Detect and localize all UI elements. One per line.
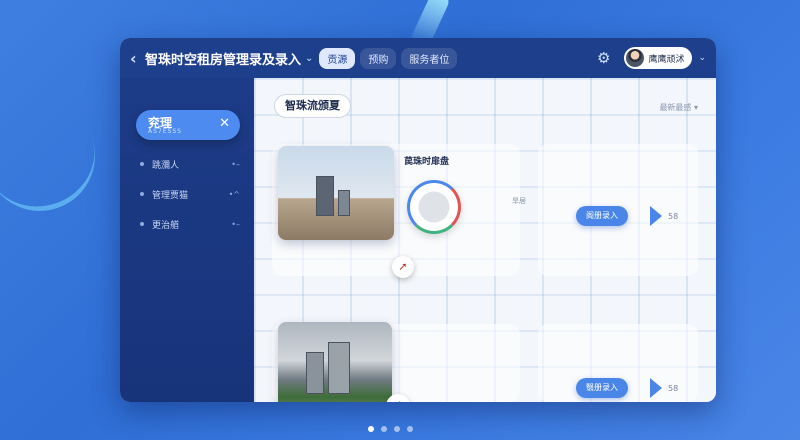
sidebar-item-more: •^ [228, 189, 240, 199]
arrow-right-icon [650, 378, 662, 398]
page-dot[interactable] [394, 426, 400, 432]
sidebar-item-3[interactable]: 更治艏 •– [140, 216, 240, 232]
tab-source[interactable]: 贡源 [319, 47, 356, 69]
map-label: 旱居 [512, 197, 526, 205]
user-menu[interactable]: 鹰鹰顽沭 [624, 47, 693, 69]
property-photo-interior[interactable] [278, 146, 394, 240]
section-title: 智珠流颁夏 [274, 94, 351, 118]
avatar [626, 49, 645, 67]
arrow-right-icon [650, 206, 662, 226]
page-dot[interactable] [407, 426, 413, 432]
gear-icon[interactable]: ⚙ [597, 49, 610, 67]
bullet-icon [140, 222, 144, 226]
user-name: 鹰鹰顽沭 [648, 54, 685, 65]
sidebar-item-2[interactable]: 管理贾猫 •^ [140, 186, 240, 202]
page-dot[interactable] [368, 426, 374, 432]
building-shape [328, 342, 350, 394]
building-shape [316, 176, 334, 216]
sort-dropdown[interactable]: 最新最感 ▾ [659, 102, 698, 113]
main-panel: 智珠流颁夏 最新最感 ▾ ➚ 苠珠时扉盘 旱居 阁册录入 58 ☝ 翳册录入 5… [254, 78, 716, 402]
tab-purchase[interactable]: 预购 [360, 47, 397, 69]
tab-service[interactable]: 服务者位 [401, 47, 458, 69]
pin-icon[interactable]: ➚ [392, 256, 414, 278]
sidebar-item-active[interactable]: 兖理 AS7ESSS ✕ [136, 110, 240, 140]
sidebar-item-label: 跳瀰人 [152, 160, 180, 171]
page-dot[interactable] [381, 426, 387, 432]
sidebar-item-label: 更治艏 [152, 220, 180, 231]
sidebar: 兖理 AS7ESSS ✕ 跳瀰人 •– 管理贾猫 •^ 更治艏 •– [120, 78, 254, 402]
sidebar-active-sublabel: AS7ESSS [148, 128, 182, 135]
sidebar-item-more: •– [231, 159, 240, 169]
top-bar: ‹ 智珠时空租房管理录及录入 ⌄ 贡源 预购 服务者位 ⚙ 鹰鹰顽沭 ⌄ [120, 38, 716, 78]
page-indicator [368, 426, 420, 432]
background-swoosh [0, 113, 111, 227]
user-menu-chevron-icon[interactable]: ⌄ [698, 53, 706, 63]
app-title: 智珠时空租房管理录及录入 [145, 52, 302, 68]
property-photo-exterior[interactable] [278, 322, 392, 402]
building-shape [338, 190, 350, 216]
count-badge: 58 [668, 384, 679, 393]
back-arrow-icon[interactable]: ‹ [130, 49, 140, 68]
sidebar-item-label: 管理贾猫 [152, 190, 189, 201]
app-window: ‹ 智珠时空租房管理录及录入 ⌄ 贡源 预购 服务者位 ⚙ 鹰鹰顽沭 ⌄ 兖理 … [120, 38, 716, 402]
chevron-down-icon[interactable]: ⌄ [305, 53, 313, 64]
bullet-icon [140, 192, 144, 196]
entry-button[interactable]: 阁册录入 [576, 206, 628, 226]
sidebar-item-1[interactable]: 跳瀰人 •– [140, 156, 240, 172]
card-title: 苠珠时扉盘 [404, 157, 450, 167]
building-shape [306, 352, 324, 394]
bullet-icon [140, 162, 144, 166]
close-icon[interactable]: ✕ [219, 116, 230, 131]
sidebar-item-more: •– [231, 219, 240, 229]
status-ring-icon [407, 180, 461, 234]
count-badge: 58 [668, 212, 679, 221]
entry-button[interactable]: 翳册录入 [576, 378, 628, 398]
